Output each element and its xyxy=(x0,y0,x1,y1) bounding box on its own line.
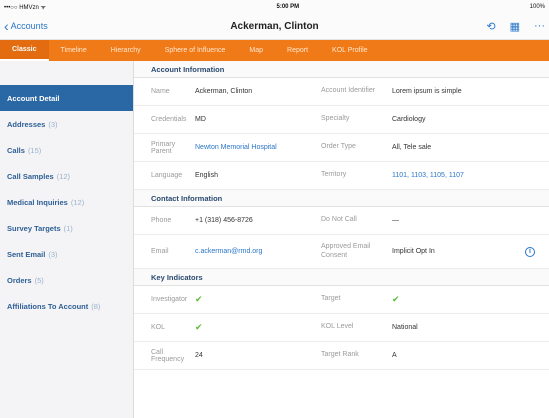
sidebar-item-count: (1) xyxy=(63,223,73,233)
field-label: Approved Email Consent xyxy=(321,242,371,259)
sidebar-item-label: Call Samples xyxy=(7,171,54,181)
detail-row: Investigator ✔ Target ✔ xyxy=(134,286,549,314)
field-label: Account Identifier xyxy=(321,87,376,95)
sidebar-item-label: Sent Email xyxy=(7,249,46,259)
sidebar-item-label: Orders xyxy=(7,275,32,285)
detail-row: Primary Parent Newton Memorial Hospital … xyxy=(134,134,549,162)
sidebar: Account Detail Addresses (3) Calls (15) … xyxy=(0,61,134,418)
field-label: KOL xyxy=(151,324,166,331)
account-identifier-value: Lorem ipsum is simple xyxy=(392,88,462,95)
field-label: Investigator xyxy=(151,296,188,303)
name-value: Ackerman, Clinton xyxy=(195,88,253,95)
detail-row: KOL ✔ KOL Level National xyxy=(134,314,549,342)
credentials-value: MD xyxy=(195,116,206,123)
sidebar-item-call-samples[interactable]: Call Samples (12) xyxy=(0,163,133,189)
tab-hierarchy[interactable]: Hierarchy xyxy=(99,40,153,61)
sidebar-item-label: Calls xyxy=(7,145,25,155)
detail-row: Email c.ackerman@rmd.org Approved Email … xyxy=(134,235,549,269)
email-link[interactable]: c.ackerman@rmd.org xyxy=(195,248,321,255)
account-detail-panel: Account Information Name Ackerman, Clint… xyxy=(134,61,549,418)
sidebar-item-orders[interactable]: Orders (5) xyxy=(0,267,133,293)
field-label: Territory xyxy=(321,171,347,179)
detail-row: Credentials MD Specialty Cardiology xyxy=(134,106,549,134)
more-icon[interactable]: ··· xyxy=(534,20,545,32)
checkmark-icon: ✔ xyxy=(392,294,400,304)
sidebar-item-count: (3) xyxy=(48,119,58,129)
sidebar-item-label: Survey Targets xyxy=(7,223,61,233)
section-header-contact-information: Contact Information xyxy=(134,190,549,207)
info-icon[interactable]: i xyxy=(525,246,535,257)
field-label: Order Type xyxy=(321,143,356,151)
language-value: English xyxy=(195,172,218,179)
detail-row: Language English Territory 1101, 1103, 1… xyxy=(134,162,549,190)
chevron-left-icon: ‹ xyxy=(4,18,9,34)
tab-sphere-of-influence[interactable]: Sphere of Influence xyxy=(153,40,238,61)
navigation-bar: ‹ Accounts Ackerman, Clinton ⟲ ▦ ··· xyxy=(0,13,549,40)
do-not-call-value: — xyxy=(392,217,399,224)
email-consent-value: Implicit Opt In xyxy=(392,248,435,255)
primary-parent-link[interactable]: Newton Memorial Hospital xyxy=(195,144,321,151)
tab-map[interactable]: Map xyxy=(237,40,275,61)
sidebar-item-label: Account Detail xyxy=(7,93,60,103)
tab-kol-profile[interactable]: KOL Profile xyxy=(320,40,380,61)
detail-row: Phone +1 (318) 456-8726 Do Not Call — xyxy=(134,207,549,235)
order-type-value: All, Tele sale xyxy=(392,144,432,151)
clock-label: 5:00 PM xyxy=(276,3,300,10)
sidebar-item-count: (12) xyxy=(56,171,71,181)
checkmark-icon: ✔ xyxy=(195,322,203,332)
phone-value: +1 (318) 456-8726 xyxy=(195,217,253,224)
sidebar-item-sent-email[interactable]: Sent Email (3) xyxy=(0,241,133,267)
field-label: Primary Parent xyxy=(151,140,176,155)
sidebar-item-count: (12) xyxy=(70,197,85,207)
detail-row: Call Frequency 24 Target Rank A xyxy=(134,342,549,370)
field-label: Target Rank xyxy=(321,351,359,359)
field-label: Call Frequency xyxy=(151,348,185,363)
detail-row: Name Ackerman, Clinton Account Identifie… xyxy=(134,78,549,106)
tab-report[interactable]: Report xyxy=(275,40,320,61)
target-rank-value: A xyxy=(392,352,397,359)
kol-level-value: National xyxy=(392,324,418,331)
checkmark-icon: ✔ xyxy=(195,294,203,304)
sidebar-item-count: (8) xyxy=(91,301,101,311)
sidebar-item-label: Affiliations To Account xyxy=(7,301,89,311)
field-label: Do Not Call xyxy=(321,216,357,224)
carrier-label: •••○○ HMVzn ᯤ xyxy=(4,4,47,11)
sidebar-item-survey-targets[interactable]: Survey Targets (1) xyxy=(0,215,133,241)
sidebar-item-label: Medical Inquiries xyxy=(7,197,68,207)
sidebar-item-count: (15) xyxy=(27,145,42,155)
sidebar-item-account-detail[interactable]: Account Detail xyxy=(0,85,133,111)
sidebar-item-medical-inquiries[interactable]: Medical Inquiries (12) xyxy=(0,189,133,215)
section-header-key-indicators: Key Indicators xyxy=(134,269,549,286)
field-label: Target xyxy=(321,295,341,303)
field-label: Name xyxy=(151,88,170,95)
field-label: Language xyxy=(151,172,183,179)
view-tab-bar: Classic Timeline Hierarchy Sphere of Inf… xyxy=(0,40,549,61)
back-button[interactable]: ‹ Accounts xyxy=(0,19,48,33)
back-button-label: Accounts xyxy=(10,21,48,31)
field-label: Credentials xyxy=(151,116,187,123)
sidebar-item-affiliations[interactable]: Affiliations To Account (8) xyxy=(0,293,133,319)
sidebar-item-count: (5) xyxy=(34,275,44,285)
specialty-value: Cardiology xyxy=(392,116,426,123)
tab-classic[interactable]: Classic xyxy=(0,40,49,61)
battery-label: 100% xyxy=(529,3,545,10)
sidebar-item-addresses[interactable]: Addresses (3) xyxy=(0,111,133,137)
territory-link[interactable]: 1101, 1103, 1105, 1107 xyxy=(392,172,549,179)
status-bar: •••○○ HMVzn ᯤ 5:00 PM 100% xyxy=(0,0,549,13)
section-header-account-information: Account Information xyxy=(134,61,549,78)
calendar-icon[interactable]: ▦ xyxy=(510,20,520,33)
page-title: Ackerman, Clinton xyxy=(230,20,319,32)
call-frequency-value: 24 xyxy=(195,352,203,359)
tab-timeline[interactable]: Timeline xyxy=(49,40,99,61)
field-label: Email xyxy=(151,248,169,255)
sidebar-item-label: Addresses xyxy=(7,119,46,129)
field-label: Specialty xyxy=(321,115,350,123)
sidebar-item-count: (3) xyxy=(48,249,58,259)
sync-icon[interactable]: ⟲ xyxy=(486,20,495,33)
sidebar-item-calls[interactable]: Calls (15) xyxy=(0,137,133,163)
field-label: Phone xyxy=(151,217,172,224)
field-label: KOL Level xyxy=(321,323,354,331)
